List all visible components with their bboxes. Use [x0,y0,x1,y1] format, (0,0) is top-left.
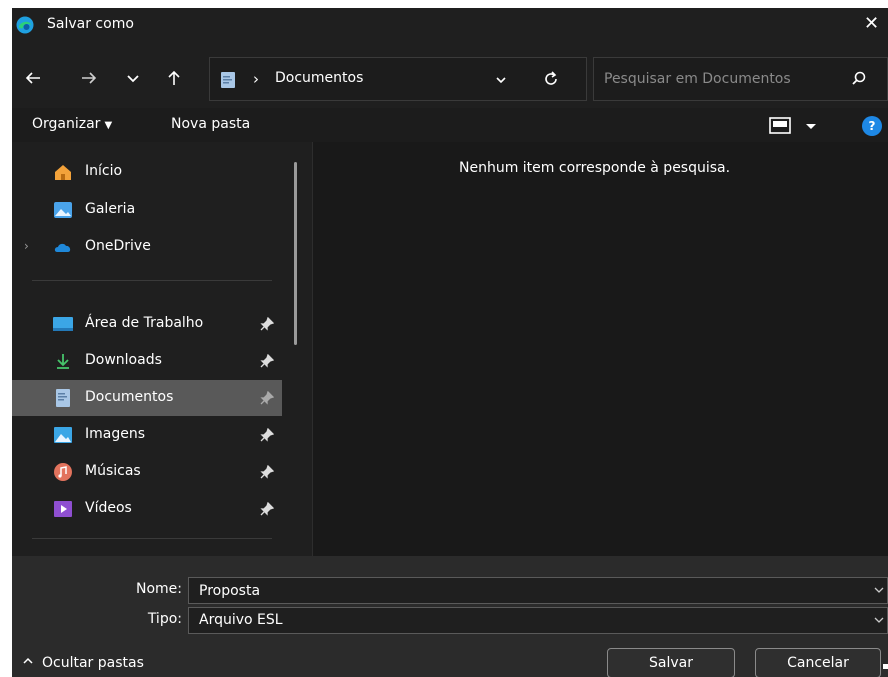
file-type-label: Tipo: [147,611,182,627]
pin-icon[interactable] [260,391,274,405]
file-type-value: Arquivo ESL [199,612,283,628]
breadcrumb-separator: › [253,70,259,88]
address-bar[interactable]: › Documentos [209,57,587,101]
search-box[interactable] [593,57,888,101]
edge-icon [16,16,34,34]
home-icon [55,165,71,180]
arrow-right-icon [82,72,97,84]
new-folder-button[interactable]: Nova pasta [171,116,250,132]
recent-locations-button[interactable] [120,64,146,92]
sidebar-item-label: Músicas [85,463,141,479]
download-icon [57,354,69,369]
sidebar-item-documents[interactable]: Documentos [12,380,282,416]
window-title: Salvar como [47,16,134,32]
close-button[interactable]: ✕ [864,13,879,34]
refresh-icon[interactable] [542,70,560,88]
arrow-up-icon [168,70,180,85]
desktop-icon [53,317,73,331]
address-dropdown-icon[interactable] [493,72,509,88]
empty-message: Nenhum item corresponde à pesquisa. [459,160,731,176]
chevron-down-icon[interactable] [873,584,885,596]
arrow-left-icon [25,72,40,84]
view-options-icon[interactable] [768,116,824,136]
back-button[interactable] [20,64,46,92]
sidebar-item-pictures[interactable]: Imagens [12,417,282,453]
up-button[interactable] [161,64,187,92]
sidebar-item-label: Vídeos [85,500,132,516]
pin-icon[interactable] [260,317,274,331]
sidebar-item-videos[interactable]: Vídeos [12,491,282,527]
pictures-icon [54,427,72,443]
sidebar-item-label: Galeria [85,201,136,217]
pin-icon[interactable] [260,428,274,442]
pin-icon[interactable] [260,354,274,368]
cancel-button[interactable]: Cancelar [755,648,881,677]
file-type-select[interactable]: Arquivo ESL [188,607,888,634]
file-name-input[interactable] [199,582,839,600]
chevron-down-icon [127,75,139,83]
sidebar-item-onedrive[interactable]: › OneDrive [12,229,282,265]
search-icon[interactable] [850,70,868,88]
sidebar-item-label: Área de Trabalho [85,315,204,331]
organize-menu[interactable]: Organizar ▼ [32,116,112,132]
forward-button[interactable] [76,64,102,92]
sidebar-item-label: OneDrive [85,238,151,254]
documents-icon [221,72,235,88]
resize-grip[interactable] [883,664,888,669]
navigation-pane: Início Galeria › OneDrive Área de Trabal… [12,142,312,556]
sidebar-divider [32,280,272,281]
breadcrumb[interactable]: Documentos [275,70,363,86]
documents-icon [56,389,70,407]
sidebar-item-desktop[interactable]: Área de Trabalho [12,306,282,342]
sidebar-item-music[interactable]: Músicas [12,454,282,490]
file-list[interactable]: Nenhum item corresponde à pesquisa. [313,142,888,556]
sidebar-scrollbar[interactable] [294,162,297,345]
save-form: Nome: Tipo: Arquivo ESL Ocultar pastas S… [12,556,888,677]
sidebar-item-label: Início [85,163,123,179]
sidebar-item-home[interactable]: Início [12,154,282,190]
caret-down-icon: ▼ [104,120,113,131]
sidebar-item-label: Documentos [85,389,174,405]
chevron-up-icon [23,657,33,664]
title-bar: Salvar como ✕ [12,8,888,42]
help-icon[interactable]: ? [862,116,882,136]
hide-folders-toggle[interactable]: Ocultar pastas [22,655,144,671]
pin-icon[interactable] [260,502,274,516]
save-as-dialog: Salvar como ✕ › Documentos Pesquisar em … [12,8,888,677]
gallery-icon [54,202,72,218]
navigation-bar: › Documentos [12,42,888,114]
videos-icon [54,501,72,517]
command-bar: Organizar ▼ Nova pasta ? [12,108,888,142]
sidebar-item-gallery[interactable]: Galeria [12,192,282,228]
pin-icon[interactable] [260,465,274,479]
hide-folders-label: Ocultar pastas [42,655,144,671]
sidebar-divider [32,538,272,539]
organize-label: Organizar [32,116,101,132]
search-input[interactable] [604,68,834,90]
music-icon [54,463,72,481]
sidebar-item-downloads[interactable]: Downloads [12,343,282,379]
save-button[interactable]: Salvar [607,648,735,677]
cloud-icon [54,243,71,252]
expand-chevron-icon[interactable]: › [24,239,29,253]
file-name-label: Nome: [135,581,182,597]
file-name-field[interactable] [188,577,888,604]
chevron-down-icon[interactable] [873,614,885,626]
sidebar-item-label: Downloads [85,352,162,368]
sidebar-item-label: Imagens [85,426,146,442]
